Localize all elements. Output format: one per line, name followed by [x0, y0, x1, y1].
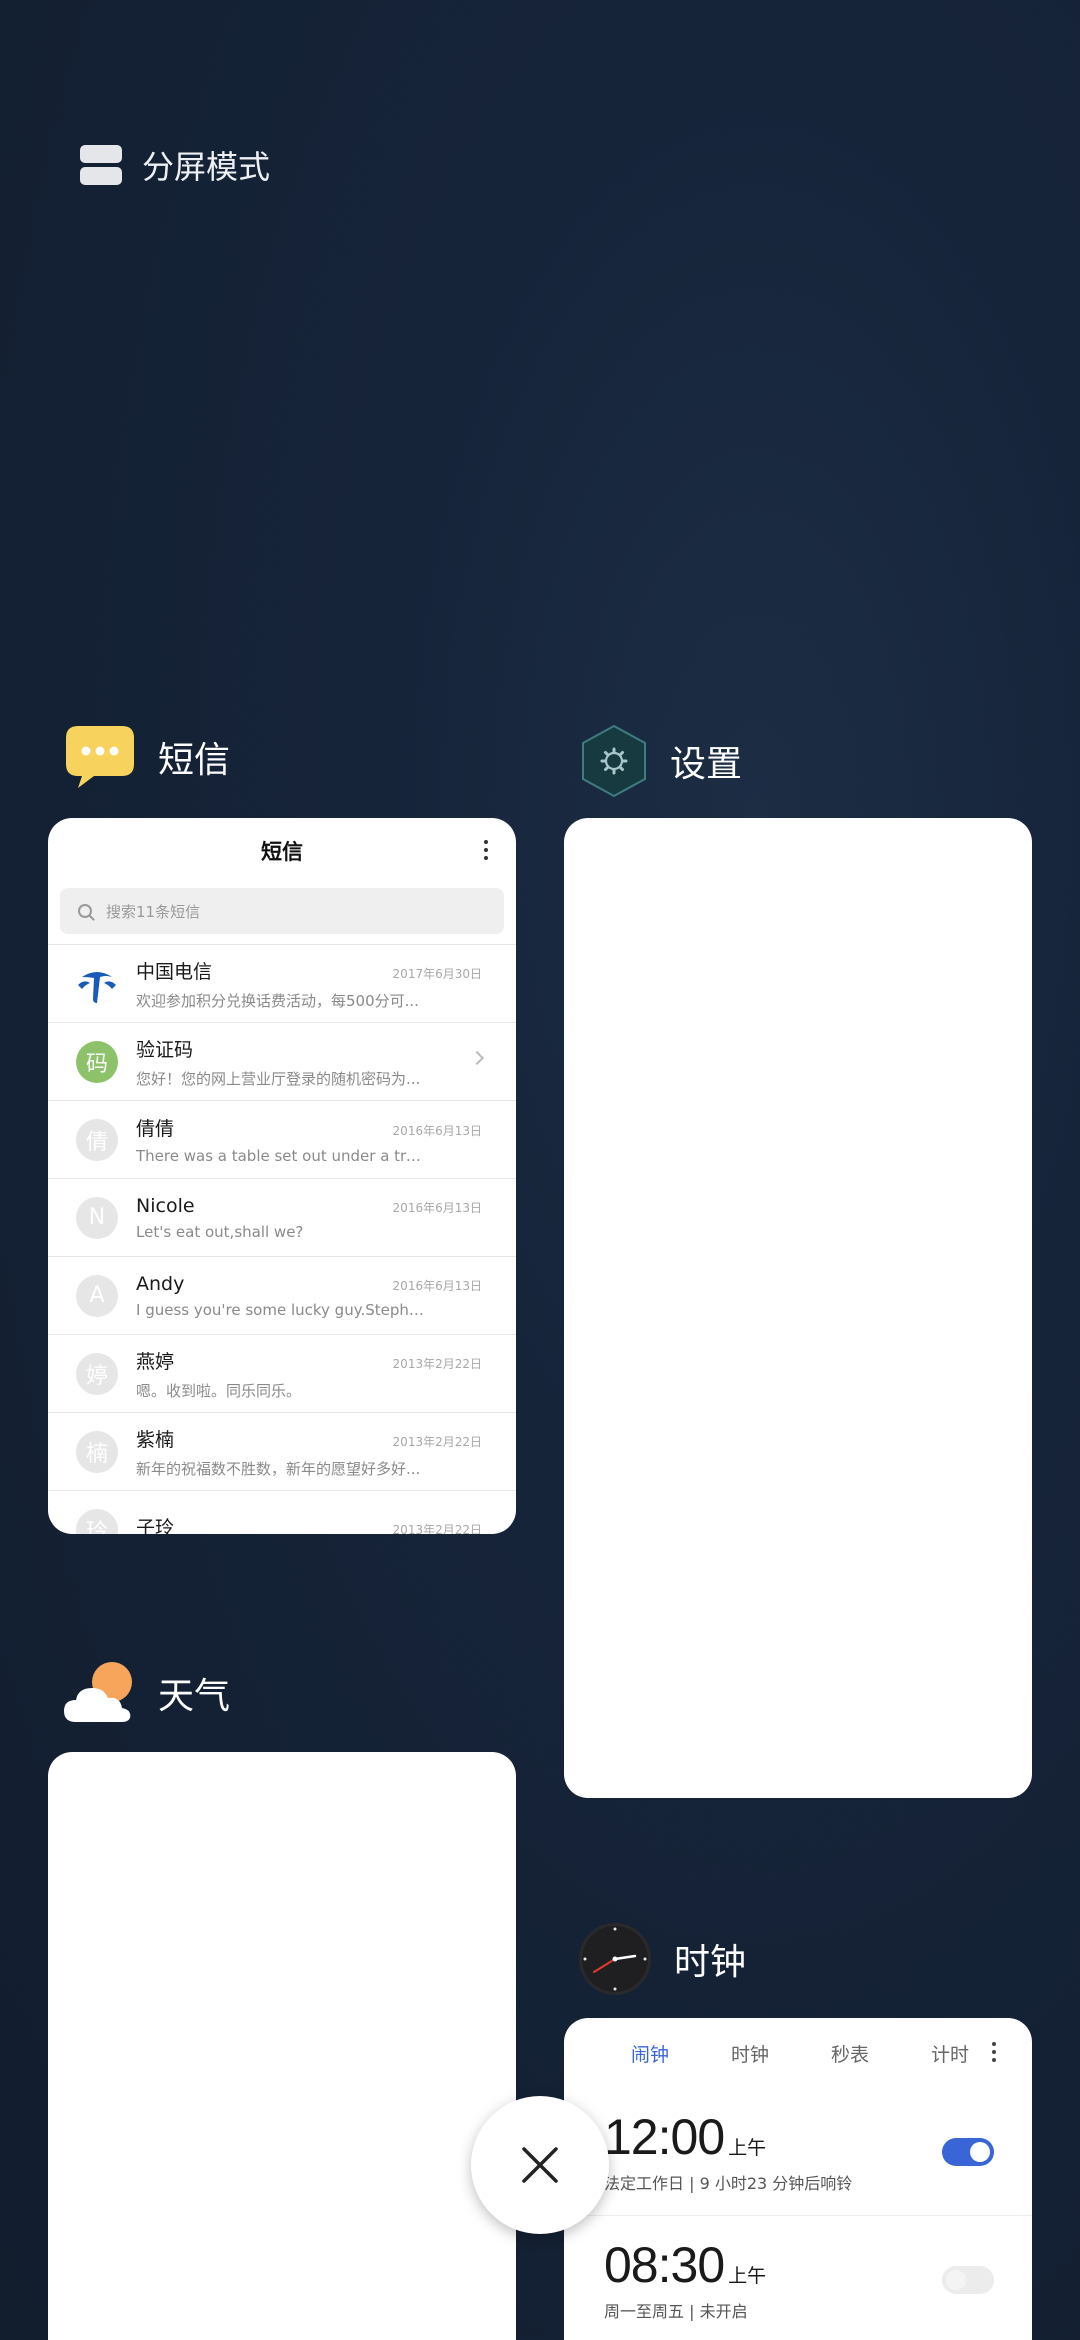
- tab-alarm[interactable]: 闹钟: [600, 2040, 700, 2067]
- message-date: 2016年6月13日: [392, 1200, 482, 1215]
- avatar: 玲: [76, 1508, 118, 1534]
- close-icon: [522, 2147, 558, 2183]
- app-header-clock[interactable]: 时钟: [578, 1922, 746, 1996]
- app-name-clock: 时钟: [674, 1942, 747, 1983]
- avatar: N: [76, 1196, 118, 1239]
- message-date: 2017年6月30日: [392, 966, 482, 981]
- message-preview: I guess you're some lucky guy.Stephan...: [136, 1300, 426, 1319]
- alarm-description: 法定工作日 | 9 小时23 分钟后响铃: [604, 2174, 853, 2193]
- settings-app-card[interactable]: [564, 818, 1032, 1798]
- message-bubble-icon: [66, 726, 134, 788]
- weather-app-card[interactable]: [48, 1752, 516, 2340]
- alarm-ampm: 上午: [728, 2137, 767, 2159]
- clock-app-card[interactable]: 闹钟 时钟 秒表 计时 12:00 上午 法定工作日 | 9 小时23 分钟后响…: [564, 2018, 1032, 2340]
- message-date: 2016年6月13日: [392, 1124, 482, 1138]
- contact-name: Nicole: [136, 1194, 195, 1217]
- tab-clock[interactable]: 时钟: [700, 2040, 800, 2067]
- search-icon: [78, 904, 92, 918]
- contact-name: 子玲: [136, 1517, 175, 1534]
- conversation-item[interactable]: 倩 倩倩 2016年6月13日 There was a table set out…: [48, 1101, 516, 1179]
- alarm-toggle[interactable]: [942, 2266, 994, 2294]
- conversation-item[interactable]: N Nicole 2016年6月13日 Let's eat out,shall w…: [48, 1179, 516, 1257]
- settings-gear-icon: [582, 724, 646, 798]
- close-all-button[interactable]: [471, 2096, 609, 2234]
- alarm-item[interactable]: 08:30 上午 周一至周五 | 未开启: [564, 2216, 1032, 2340]
- app-header-sms[interactable]: 短信: [64, 724, 230, 790]
- clock-face-icon: [579, 1923, 651, 1995]
- split-screen-icon: [80, 145, 122, 185]
- message-preview: 嗯。收到啦。同乐同乐。: [136, 1381, 302, 1400]
- tab-stopwatch[interactable]: 秒表: [800, 2040, 900, 2067]
- message-preview: 欢迎参加积分兑换话费活动，每500分可...: [136, 991, 419, 1010]
- china-telecom-logo-icon: [76, 963, 118, 1005]
- avatar: 婷: [76, 1352, 118, 1395]
- message-preview: There was a table set out under a tree i…: [136, 1147, 426, 1165]
- split-screen-button[interactable]: 分屏模式: [80, 140, 270, 190]
- avatar: 倩: [76, 1118, 118, 1161]
- sms-title: 短信: [261, 840, 303, 864]
- app-name-sms: 短信: [158, 740, 231, 781]
- conversation-item[interactable]: 中国电信 2017年6月30日 欢迎参加积分兑换话费活动，每500分可...: [48, 945, 516, 1023]
- avatar: 码: [76, 1040, 118, 1083]
- message-preview: Let's eat out,shall we?: [136, 1222, 304, 1241]
- sms-search-bar[interactable]: 搜索11条短信: [60, 888, 504, 934]
- weather-sun-cloud-icon: [64, 1662, 132, 1722]
- contact-name: 倩倩: [136, 1118, 175, 1140]
- app-header-weather[interactable]: 天气: [62, 1660, 230, 1726]
- avatar: A: [76, 1274, 118, 1317]
- search-placeholder: 搜索11条短信: [106, 902, 201, 921]
- message-date: 2013年2月22日: [392, 1356, 482, 1371]
- message-date: 2016年6月13日: [392, 1278, 482, 1293]
- sms-title-bar: 短信: [48, 818, 516, 884]
- message-preview: 您好！您的网上营业厅登录的随机密码为...: [136, 1069, 421, 1088]
- alarm-ampm: 上午: [728, 2265, 767, 2287]
- contact-name: 紫楠: [136, 1428, 175, 1451]
- conversation-item[interactable]: 玲 子玲 2013年2月22日: [48, 1491, 516, 1534]
- tab-timer[interactable]: 计时: [900, 2040, 1000, 2067]
- app-name-settings: 设置: [670, 744, 743, 785]
- app-header-settings[interactable]: 设置: [580, 724, 742, 798]
- contact-name: 中国电信: [136, 960, 213, 983]
- alarm-time: 08:30: [604, 2237, 725, 2293]
- more-options-icon[interactable]: [992, 2042, 996, 2062]
- contact-name: 验证码: [136, 1038, 194, 1061]
- sms-app-card[interactable]: 短信 搜索11条短信 中国电信 2017年6月30日 欢迎参加积分兑换话费活动，每…: [48, 818, 516, 1534]
- more-options-icon[interactable]: [484, 840, 490, 860]
- contact-name: 燕婷: [136, 1350, 175, 1373]
- conversation-item[interactable]: 码 验证码 您好！您的网上营业厅登录的随机密码为...: [48, 1023, 516, 1101]
- contact-name: Andy: [136, 1272, 185, 1295]
- avatar: 楠: [76, 1430, 118, 1473]
- message-date: 2013年2月22日: [392, 1523, 482, 1534]
- alarm-time: 12:00: [604, 2109, 725, 2165]
- alarm-toggle[interactable]: [942, 2138, 994, 2166]
- alarm-item[interactable]: 12:00 上午 法定工作日 | 9 小时23 分钟后响铃: [564, 2088, 1032, 2216]
- conversation-item[interactable]: A Andy 2016年6月13日 I guess you're some luc…: [48, 1257, 516, 1335]
- clock-tab-bar: 闹钟 时钟 秒表 计时: [564, 2018, 1032, 2088]
- alarm-description: 周一至周五 | 未开启: [604, 2302, 748, 2321]
- message-preview: 新年的祝福数不胜数，新年的愿望好多好...: [136, 1459, 421, 1478]
- conversation-item[interactable]: 婷 燕婷 2013年2月22日 嗯。收到啦。同乐同乐。: [48, 1335, 516, 1413]
- split-screen-label: 分屏模式: [142, 148, 271, 186]
- conversation-item[interactable]: 楠 紫楠 2013年2月22日 新年的祝福数不胜数，新年的愿望好多好...: [48, 1413, 516, 1491]
- message-date: 2013年2月22日: [392, 1434, 482, 1449]
- conversation-list: 中国电信 2017年6月30日 欢迎参加积分兑换话费活动，每500分可... 码 …: [48, 944, 516, 1534]
- app-name-weather: 天气: [158, 1676, 231, 1717]
